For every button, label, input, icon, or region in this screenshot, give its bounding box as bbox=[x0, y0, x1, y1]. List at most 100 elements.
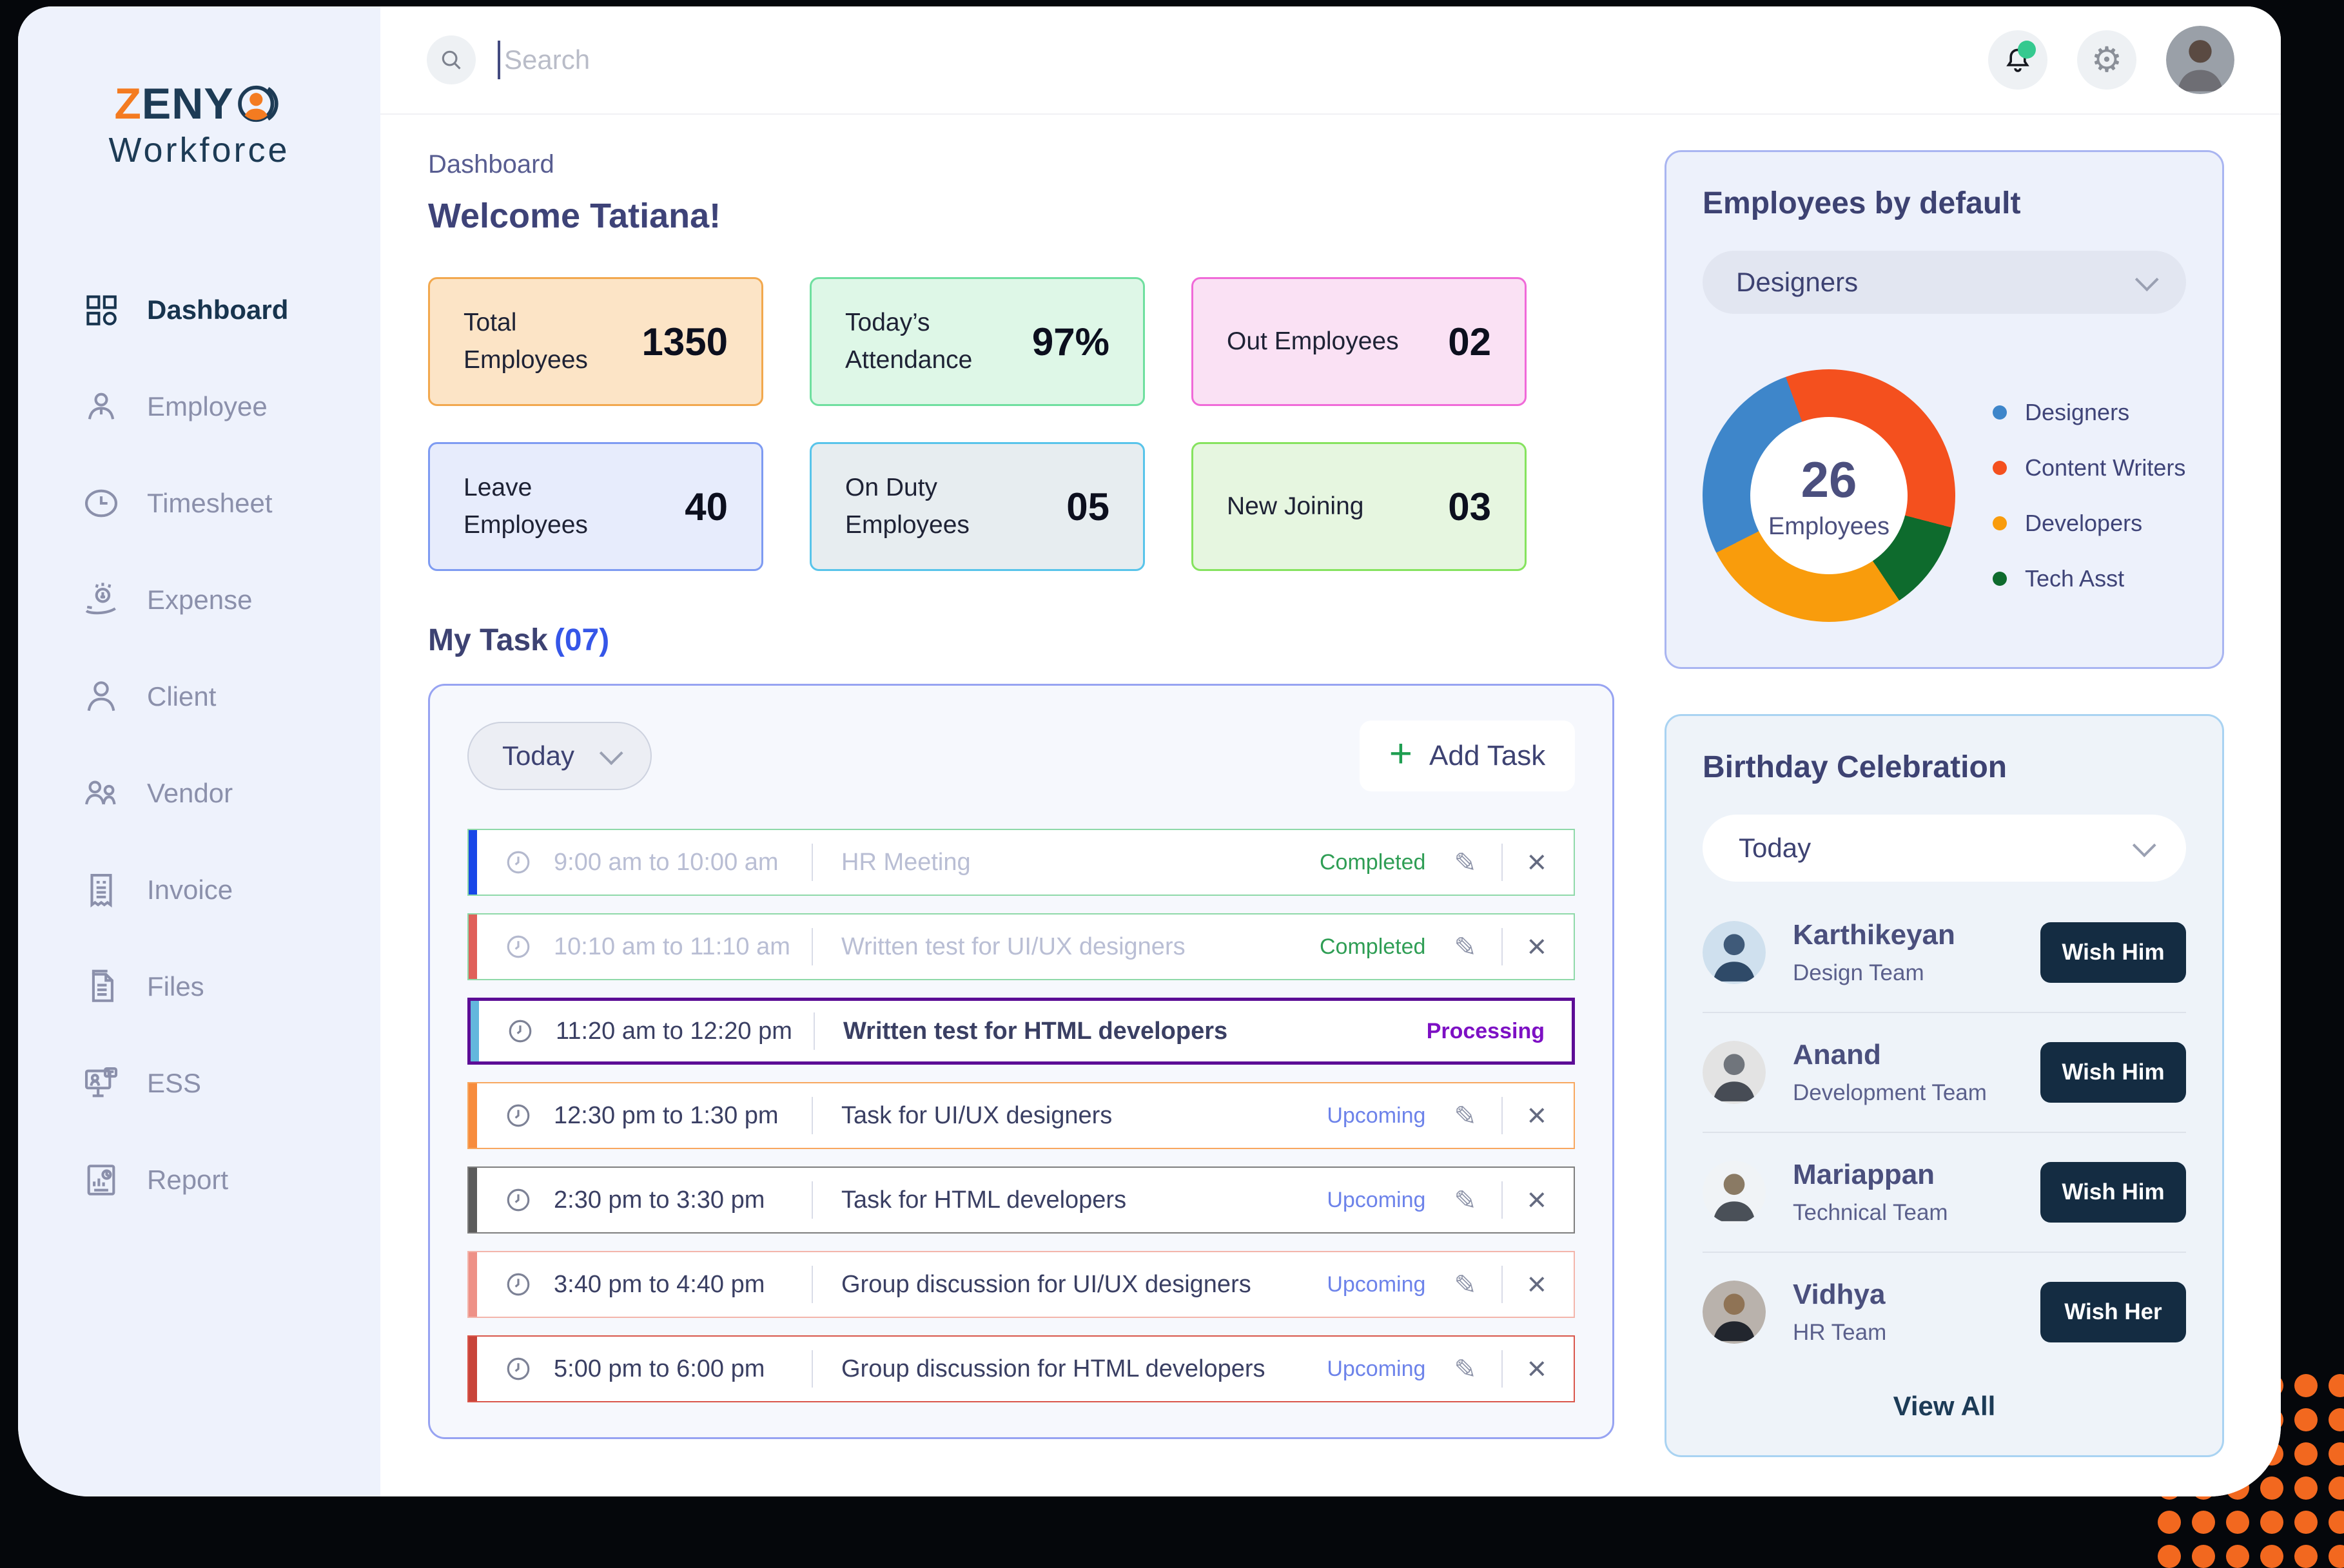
task-row: 5:00 pm to 6:00 pm Group discussion for … bbox=[467, 1335, 1575, 1402]
sidebar-item-label: Employee bbox=[147, 391, 268, 422]
brand-letters: ENY bbox=[142, 79, 234, 129]
task-row: 12:30 pm to 1:30 pm Task for UI/UX desig… bbox=[467, 1082, 1575, 1149]
legend-dot bbox=[1993, 516, 2007, 530]
legend-item: Developers bbox=[1993, 510, 2185, 537]
task-status: Upcoming bbox=[1327, 1357, 1425, 1382]
topbar: ⚙ bbox=[380, 6, 2281, 115]
legend-item: Tech Asst bbox=[1993, 565, 2185, 592]
sidebar-item-timesheet[interactable]: Timesheet bbox=[18, 455, 380, 552]
edit-icon[interactable]: ✎ bbox=[1454, 931, 1476, 963]
task-row: 11:20 am to 12:20 pm Written test for HT… bbox=[467, 998, 1575, 1065]
sidebar-item-report[interactable]: Report bbox=[18, 1132, 380, 1228]
stat-value: 02 bbox=[1448, 320, 1491, 364]
task-accent-bar bbox=[469, 1337, 477, 1401]
divider bbox=[1501, 928, 1503, 965]
delete-icon[interactable]: × bbox=[1527, 846, 1547, 879]
stat-card-out-employees: Out Employees 02 bbox=[1191, 277, 1527, 406]
notifications-button[interactable] bbox=[1988, 30, 2047, 90]
employees-dropdown-value: Designers bbox=[1736, 267, 1858, 298]
view-all-link[interactable]: View All bbox=[1703, 1371, 2186, 1422]
wish-button[interactable]: Wish Him bbox=[2040, 922, 2186, 983]
wish-button[interactable]: Wish Him bbox=[2040, 1162, 2186, 1223]
edit-icon[interactable]: ✎ bbox=[1454, 1269, 1476, 1301]
legend-dot bbox=[1993, 572, 2007, 586]
task-time: 11:20 am to 12:20 pm bbox=[556, 1018, 814, 1045]
ess-icon bbox=[83, 1065, 120, 1102]
report-icon bbox=[83, 1161, 120, 1199]
birthday-team: HR Team bbox=[1793, 1320, 1886, 1346]
stat-label: Today’s Attendance bbox=[845, 304, 1026, 380]
sidebar-item-label: Report bbox=[147, 1165, 228, 1195]
user-avatar[interactable] bbox=[2166, 26, 2234, 94]
expense-icon bbox=[83, 581, 120, 619]
sidebar-item-dashboard[interactable]: Dashboard bbox=[18, 262, 380, 358]
sidebar-item-files[interactable]: Files bbox=[18, 938, 380, 1035]
chevron-down-icon bbox=[600, 741, 623, 765]
task-time: 9:00 am to 10:00 am bbox=[554, 849, 812, 876]
stat-card-todays-attendance: Today’s Attendance 97% bbox=[810, 277, 1145, 406]
notification-badge bbox=[2018, 41, 2036, 59]
stat-card-total-employees: Total Employees 1350 bbox=[428, 277, 763, 406]
sidebar-item-employee[interactable]: Employee bbox=[18, 358, 380, 455]
add-task-button[interactable]: + Add Task bbox=[1360, 721, 1575, 791]
clock-icon bbox=[505, 1102, 532, 1129]
divider bbox=[812, 1181, 813, 1219]
search-icon[interactable] bbox=[427, 35, 476, 84]
stat-label: On Duty Employees bbox=[845, 469, 1026, 545]
wish-button[interactable]: Wish Him bbox=[2040, 1042, 2186, 1103]
divider bbox=[1501, 1181, 1503, 1219]
employees-category-dropdown[interactable]: Designers bbox=[1703, 251, 2186, 314]
birthday-team: Development Team bbox=[1793, 1080, 1987, 1106]
divider bbox=[812, 1350, 813, 1388]
stat-value: 40 bbox=[685, 485, 728, 529]
birthday-dropdown-value: Today bbox=[1739, 833, 1811, 864]
settings-button[interactable]: ⚙ bbox=[2077, 30, 2136, 90]
clock-icon bbox=[505, 849, 532, 876]
task-accent-bar bbox=[469, 1168, 477, 1232]
my-task-title: My Task(07) bbox=[428, 623, 1614, 658]
birthday-filter-dropdown[interactable]: Today bbox=[1703, 815, 2186, 882]
sidebar-item-ess[interactable]: ESS bbox=[18, 1035, 380, 1132]
edit-icon[interactable]: ✎ bbox=[1454, 1100, 1476, 1132]
task-status: Upcoming bbox=[1327, 1103, 1425, 1128]
divider bbox=[1501, 844, 1503, 881]
divider bbox=[812, 1266, 813, 1303]
delete-icon[interactable]: × bbox=[1527, 1099, 1547, 1132]
sidebar-item-label: Files bbox=[147, 971, 204, 1002]
task-filter-dropdown[interactable]: Today bbox=[467, 722, 652, 790]
sidebar-item-client[interactable]: Client bbox=[18, 648, 380, 745]
breadcrumb: Dashboard bbox=[428, 150, 1614, 179]
task-row: 3:40 pm to 4:40 pm Group discussion for … bbox=[467, 1251, 1575, 1318]
edit-icon[interactable]: ✎ bbox=[1454, 847, 1476, 878]
sidebar-item-invoice[interactable]: Invoice bbox=[18, 842, 380, 938]
birthday-row: Anand Development Team Wish Him bbox=[1703, 1013, 2186, 1133]
legend-dot bbox=[1993, 461, 2007, 475]
delete-icon[interactable]: × bbox=[1527, 1183, 1547, 1217]
task-row: 10:10 am to 11:10 am Written test for UI… bbox=[467, 913, 1575, 980]
sidebar-item-expense[interactable]: Expense bbox=[18, 552, 380, 648]
delete-icon[interactable]: × bbox=[1527, 1268, 1547, 1301]
divider bbox=[812, 844, 813, 881]
task-status: Processing bbox=[1427, 1019, 1545, 1044]
brand-letter-z: Z bbox=[114, 79, 142, 129]
search-input[interactable] bbox=[504, 44, 955, 75]
delete-icon[interactable]: × bbox=[1527, 930, 1547, 963]
wish-button[interactable]: Wish Her bbox=[2040, 1282, 2186, 1342]
avatar bbox=[1703, 1161, 1766, 1224]
stat-label: Leave Employees bbox=[464, 469, 644, 545]
stat-label: Total Employees bbox=[464, 304, 642, 380]
clock-icon bbox=[505, 933, 532, 960]
employees-panel-title: Employees by default bbox=[1703, 186, 2186, 221]
birthday-row: Karthikeyan Design Team Wish Him bbox=[1703, 893, 2186, 1013]
stat-card-new-joining: New Joining 03 bbox=[1191, 442, 1527, 571]
delete-icon[interactable]: × bbox=[1527, 1352, 1547, 1386]
invoice-icon bbox=[83, 871, 120, 909]
edit-icon[interactable]: ✎ bbox=[1454, 1353, 1476, 1385]
task-time: 10:10 am to 11:10 am bbox=[554, 933, 812, 961]
sidebar-item-label: Client bbox=[147, 681, 216, 712]
edit-icon[interactable]: ✎ bbox=[1454, 1185, 1476, 1216]
sidebar-item-vendor[interactable]: Vendor bbox=[18, 745, 380, 842]
task-accent-bar bbox=[469, 1083, 477, 1148]
files-icon bbox=[83, 968, 120, 1005]
task-title: Written test for HTML developers bbox=[843, 1018, 1427, 1045]
